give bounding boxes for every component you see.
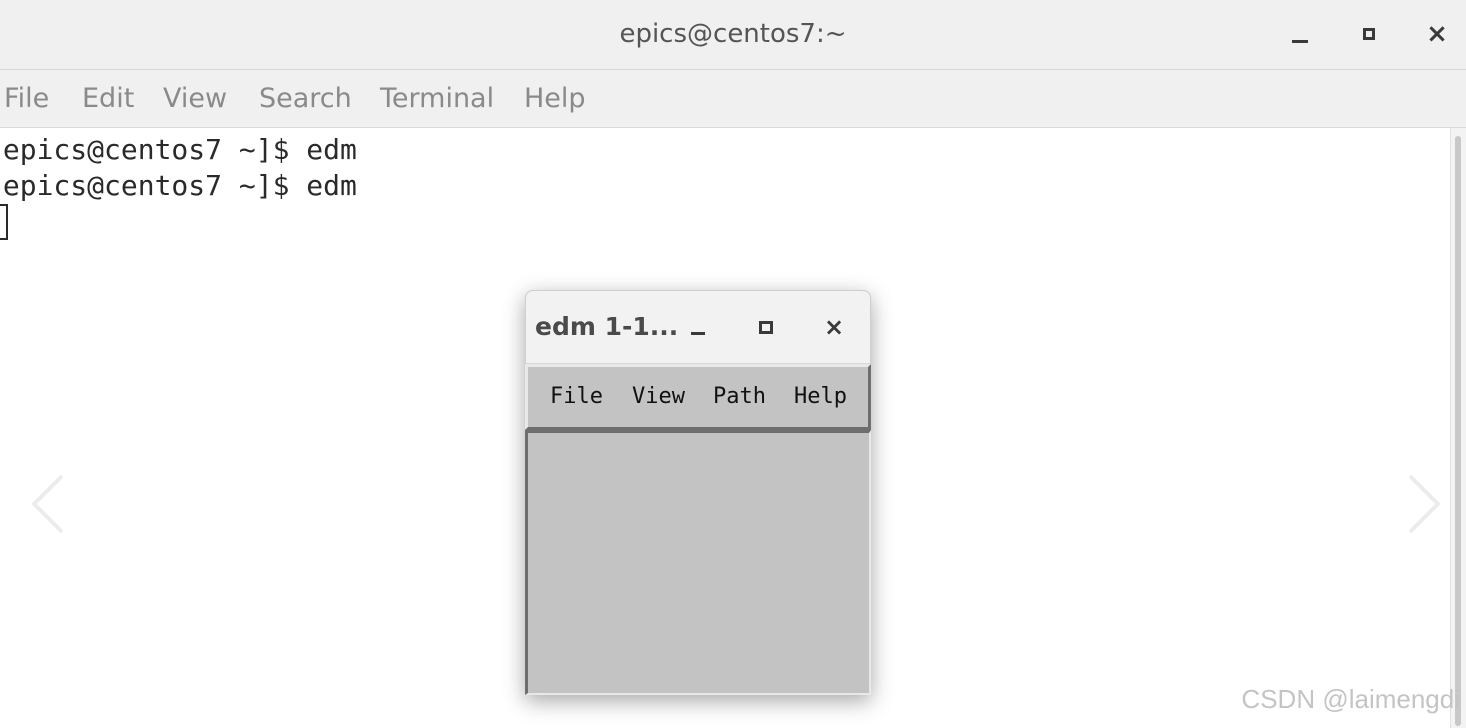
- chevron-right-icon[interactable]: [1404, 472, 1444, 536]
- terminal-window-title: epics@centos7:~: [619, 19, 847, 49]
- edm-close-button[interactable]: ×: [816, 309, 852, 345]
- edm-menu-file[interactable]: File: [550, 367, 603, 427]
- minimize-icon: [691, 331, 705, 335]
- terminal-close-button[interactable]: ×: [1417, 14, 1457, 54]
- terminal-cursor: [0, 204, 8, 240]
- maximize-icon: [1363, 28, 1375, 40]
- close-icon: ×: [1426, 19, 1448, 49]
- terminal-line: [epics@centos7 ~]$ edm: [0, 169, 357, 202]
- edm-titlebar[interactable]: edm 1-1... ×: [525, 290, 871, 364]
- close-icon: ×: [823, 313, 845, 341]
- menu-help[interactable]: Help: [524, 70, 586, 128]
- edm-minimize-button[interactable]: [680, 309, 716, 345]
- edm-window[interactable]: edm 1-1... × File View Path Help: [525, 290, 871, 695]
- edm-menu-help[interactable]: Help: [794, 367, 847, 427]
- menu-search[interactable]: Search: [259, 70, 352, 128]
- watermark-text: CSDN @laimengdi: [1241, 684, 1460, 714]
- edm-menubar: File View Path Help: [525, 364, 871, 430]
- terminal-menubar: File Edit View Search Terminal Help: [0, 70, 1466, 128]
- terminal-scrollbar[interactable]: [1450, 128, 1466, 728]
- menu-view[interactable]: View: [163, 70, 227, 128]
- menu-terminal[interactable]: Terminal: [380, 70, 494, 128]
- edm-window-body[interactable]: [525, 430, 871, 695]
- terminal-scroll-thumb[interactable]: [1455, 136, 1461, 726]
- terminal-titlebar[interactable]: epics@centos7:~ ×: [0, 0, 1466, 70]
- terminal-maximize-button[interactable]: [1349, 14, 1389, 54]
- menu-edit[interactable]: Edit: [82, 70, 134, 128]
- terminal-line: [epics@centos7 ~]$ edm: [0, 133, 357, 166]
- edm-menu-path[interactable]: Path: [713, 367, 766, 427]
- menu-file[interactable]: File: [4, 70, 49, 128]
- minimize-icon: [1292, 39, 1308, 43]
- maximize-icon: [759, 320, 773, 334]
- edm-maximize-button[interactable]: [748, 309, 784, 345]
- edm-menu-view[interactable]: View: [632, 367, 685, 427]
- edm-window-title: edm 1-1...: [535, 312, 679, 341]
- chevron-left-icon[interactable]: [28, 472, 68, 536]
- terminal-minimize-button[interactable]: [1280, 14, 1320, 54]
